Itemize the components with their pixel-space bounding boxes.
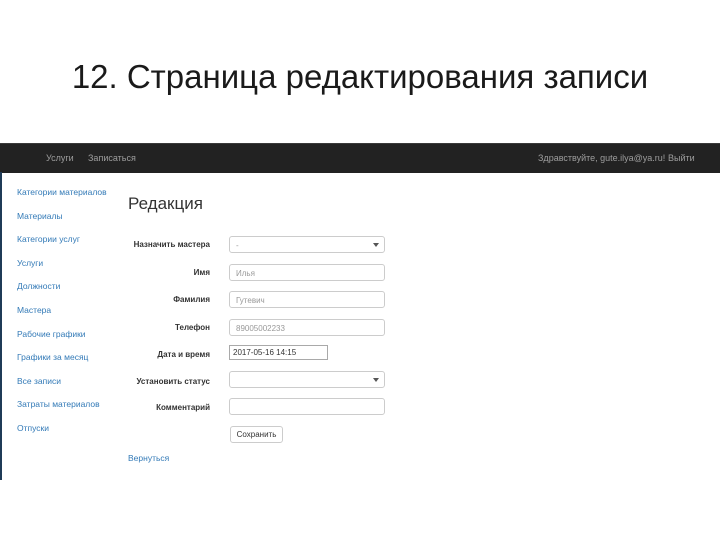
master-select[interactable]: - [229, 236, 385, 253]
status-select[interactable] [229, 371, 385, 388]
last-name-value: Гутевич [236, 296, 265, 305]
sidebar-item-masters[interactable]: Мастера [17, 305, 51, 315]
page-title: Редакция [128, 194, 203, 213]
datetime-label: Дата и время [157, 350, 210, 359]
first-name-field[interactable]: Илья [229, 264, 385, 281]
last-name-label: Фамилия [173, 295, 210, 304]
save-button[interactable]: Сохранить [230, 426, 283, 443]
last-name-field[interactable]: Гутевич [229, 291, 385, 308]
first-name-value: Илья [236, 269, 255, 278]
app-screenshot: Услуги Записаться Здравствуйте, gute.ily… [0, 143, 720, 480]
nav-link-services[interactable]: Услуги [46, 153, 74, 163]
slide-title: 12. Страница редактирования записи [71, 58, 649, 95]
sidebar-item-positions[interactable]: Должности [17, 281, 60, 291]
nav-link-logout[interactable]: Выйти [668, 153, 695, 163]
sidebar-item-services[interactable]: Услуги [17, 258, 43, 268]
sidebar-item-vacations[interactable]: Отпуски [17, 423, 49, 433]
nav-greeting-user[interactable]: Здравствуйте, gute.ilya@ya.ru! [538, 153, 665, 163]
master-label: Назначить мастера [133, 240, 210, 249]
comment-field[interactable] [229, 398, 385, 415]
status-label: Установить статус [136, 377, 210, 386]
back-link[interactable]: Вернуться [128, 453, 169, 463]
sidebar-item-materials[interactable]: Материалы [17, 211, 63, 221]
comment-label: Комментарий [156, 403, 210, 412]
master-select-value: - [236, 241, 239, 250]
phone-label: Телефон [175, 323, 210, 332]
datetime-field[interactable]: 2017-05-16 14:15 [229, 345, 328, 360]
datetime-value: 2017-05-16 14:15 [233, 348, 297, 357]
first-name-label: Имя [193, 268, 210, 277]
sidebar-item-material-categories[interactable]: Категории материалов [17, 187, 107, 197]
top-navbar: Услуги Записаться Здравствуйте, gute.ily… [0, 143, 720, 173]
phone-value: 89005002233 [236, 324, 285, 333]
phone-field[interactable]: 89005002233 [229, 319, 385, 336]
nav-link-sign-up[interactable]: Записаться [88, 153, 136, 163]
